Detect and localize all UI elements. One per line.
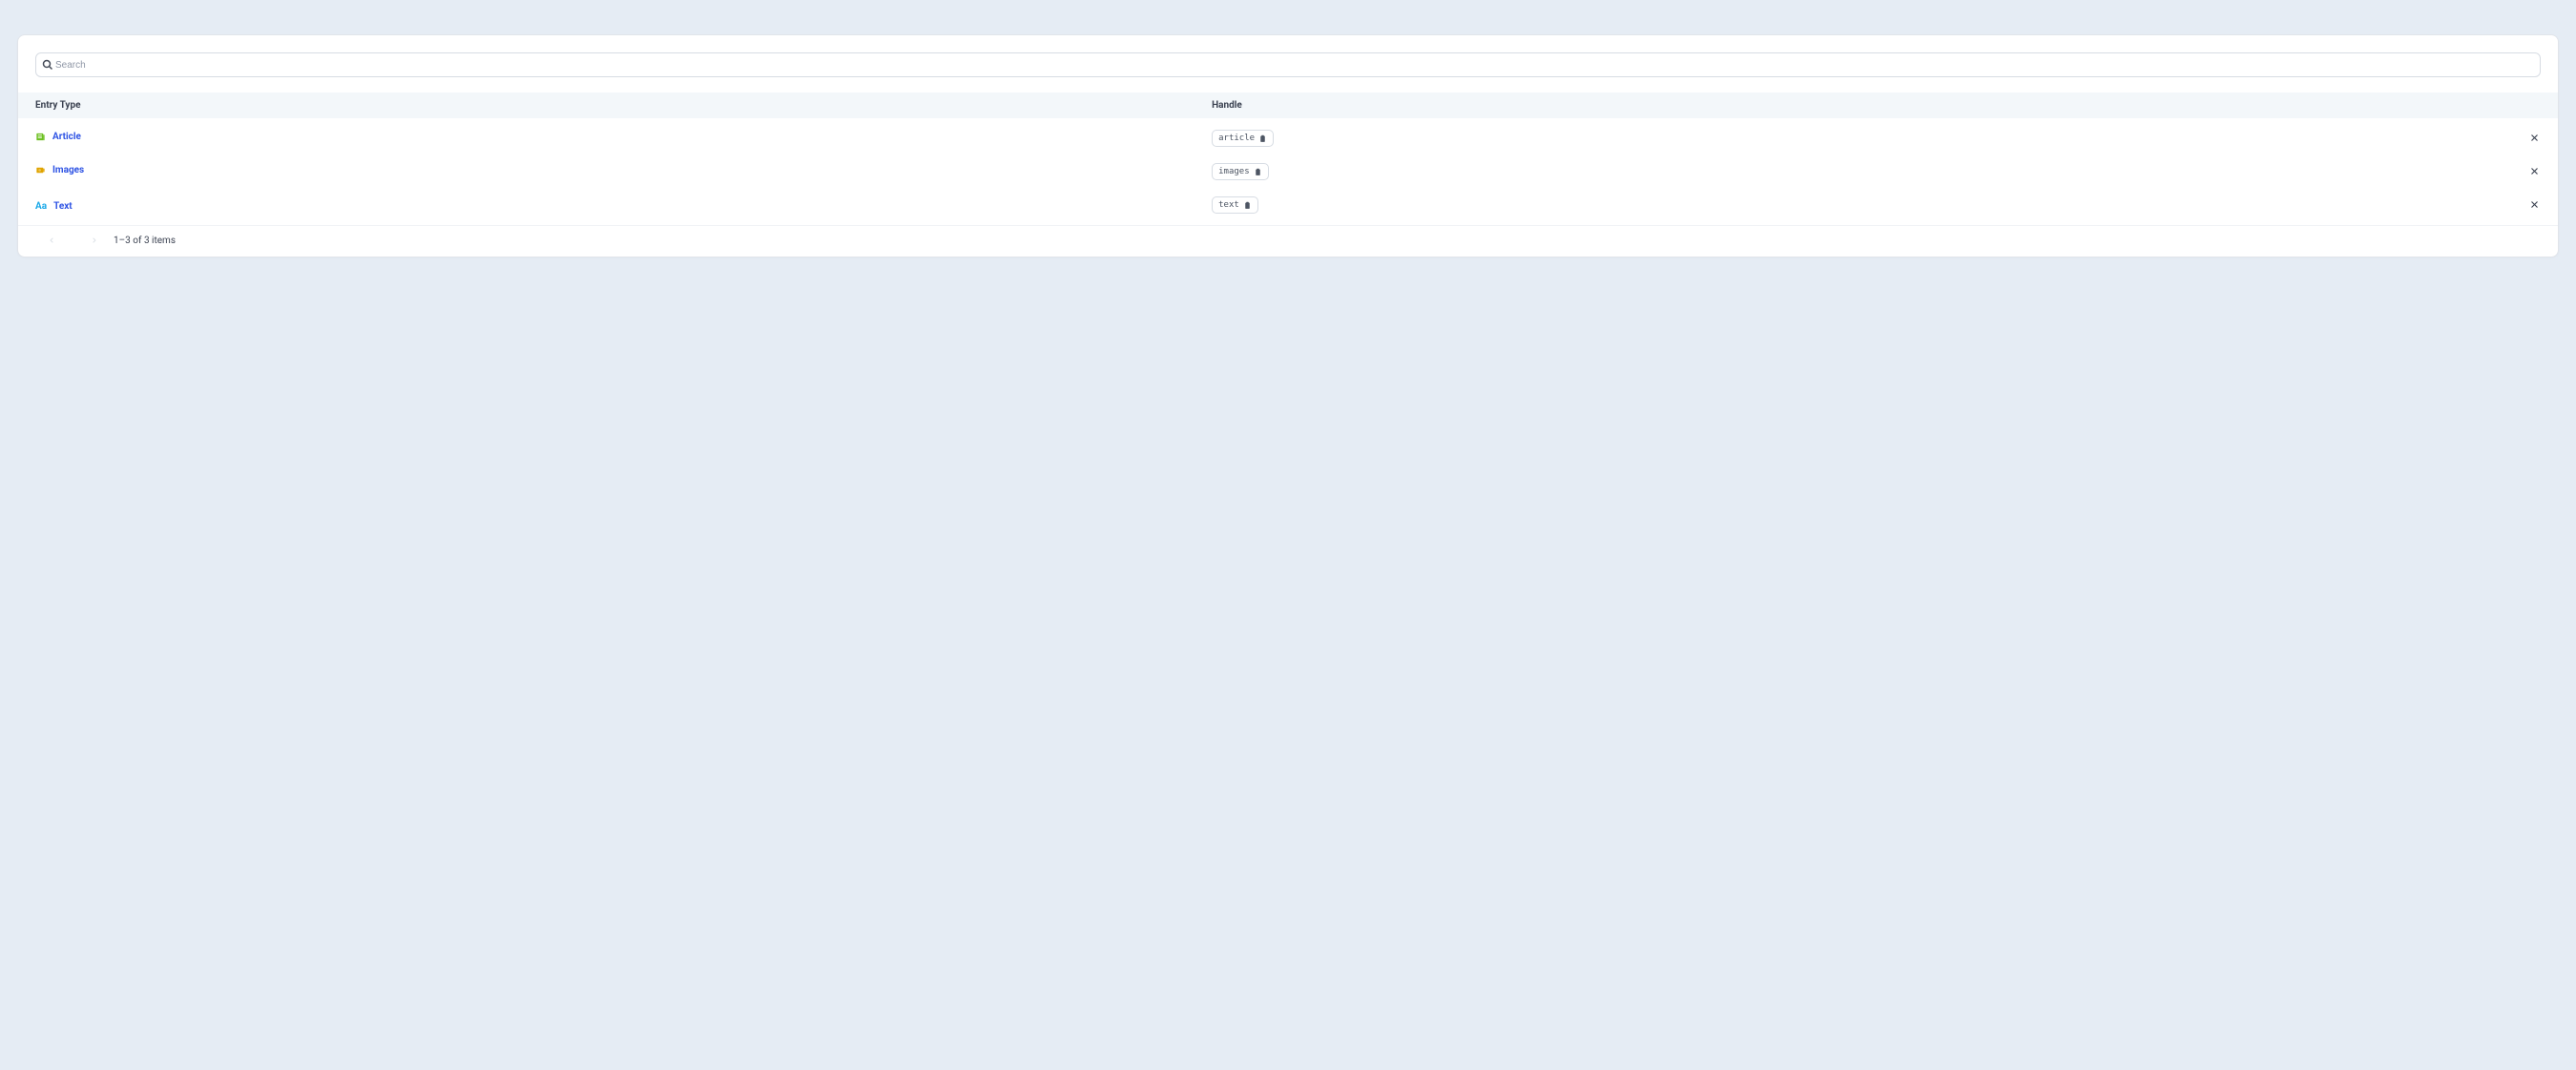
pagination-footer: 1–3 of 3 items xyxy=(18,225,2558,257)
handle-chip-text[interactable]: text xyxy=(1212,196,1258,214)
handle-text: images xyxy=(1218,167,1250,176)
clipboard-icon xyxy=(1254,168,1262,176)
pagination-next-button[interactable] xyxy=(87,234,100,247)
entry-types-table: Entry Type Handle xyxy=(18,93,2558,221)
entry-type-link-article[interactable]: Article xyxy=(35,132,81,142)
chevron-right-icon xyxy=(91,236,97,245)
column-header-handle[interactable]: Handle xyxy=(1212,93,2253,118)
close-icon xyxy=(2530,200,2539,209)
remove-entry-type-button[interactable] xyxy=(2527,131,2541,144)
entry-type-label: Article xyxy=(52,132,81,142)
entry-type-link-images[interactable]: Images xyxy=(35,165,84,175)
handle-text: article xyxy=(1218,134,1255,143)
entry-type-link-text[interactable]: Aa Text xyxy=(35,201,73,212)
table-row: Aa Text text xyxy=(18,188,2558,221)
table-row: Article article xyxy=(18,118,2558,154)
camera-icon xyxy=(35,165,46,175)
pagination-prev-button[interactable] xyxy=(45,234,58,247)
entry-type-label: Images xyxy=(52,165,84,175)
chevron-left-icon xyxy=(49,236,55,245)
handle-chip-images[interactable]: images xyxy=(1212,163,1269,180)
handle-text: text xyxy=(1218,200,1239,210)
search-bar-wrap xyxy=(18,35,2558,93)
text-icon: Aa xyxy=(35,202,47,212)
column-header-entry-type[interactable]: Entry Type xyxy=(18,93,1212,118)
close-icon xyxy=(2530,167,2539,175)
remove-entry-type-button[interactable] xyxy=(2527,164,2541,177)
column-header-actions xyxy=(2254,93,2558,118)
entry-types-panel: Entry Type Handle xyxy=(17,34,2559,257)
pagination-summary: 1–3 of 3 items xyxy=(114,236,176,246)
close-icon xyxy=(2530,134,2539,142)
clipboard-icon xyxy=(1243,201,1252,210)
search-icon xyxy=(42,59,53,71)
table-header-row: Entry Type Handle xyxy=(18,93,2558,118)
handle-chip-article[interactable]: article xyxy=(1212,130,1274,147)
clipboard-icon xyxy=(1258,134,1267,143)
entry-type-label: Text xyxy=(53,201,73,212)
remove-entry-type-button[interactable] xyxy=(2527,197,2541,211)
newspaper-icon xyxy=(35,132,46,142)
table-row: Images images xyxy=(18,154,2558,188)
search-bar[interactable] xyxy=(35,52,2541,77)
search-input[interactable] xyxy=(55,53,2534,76)
